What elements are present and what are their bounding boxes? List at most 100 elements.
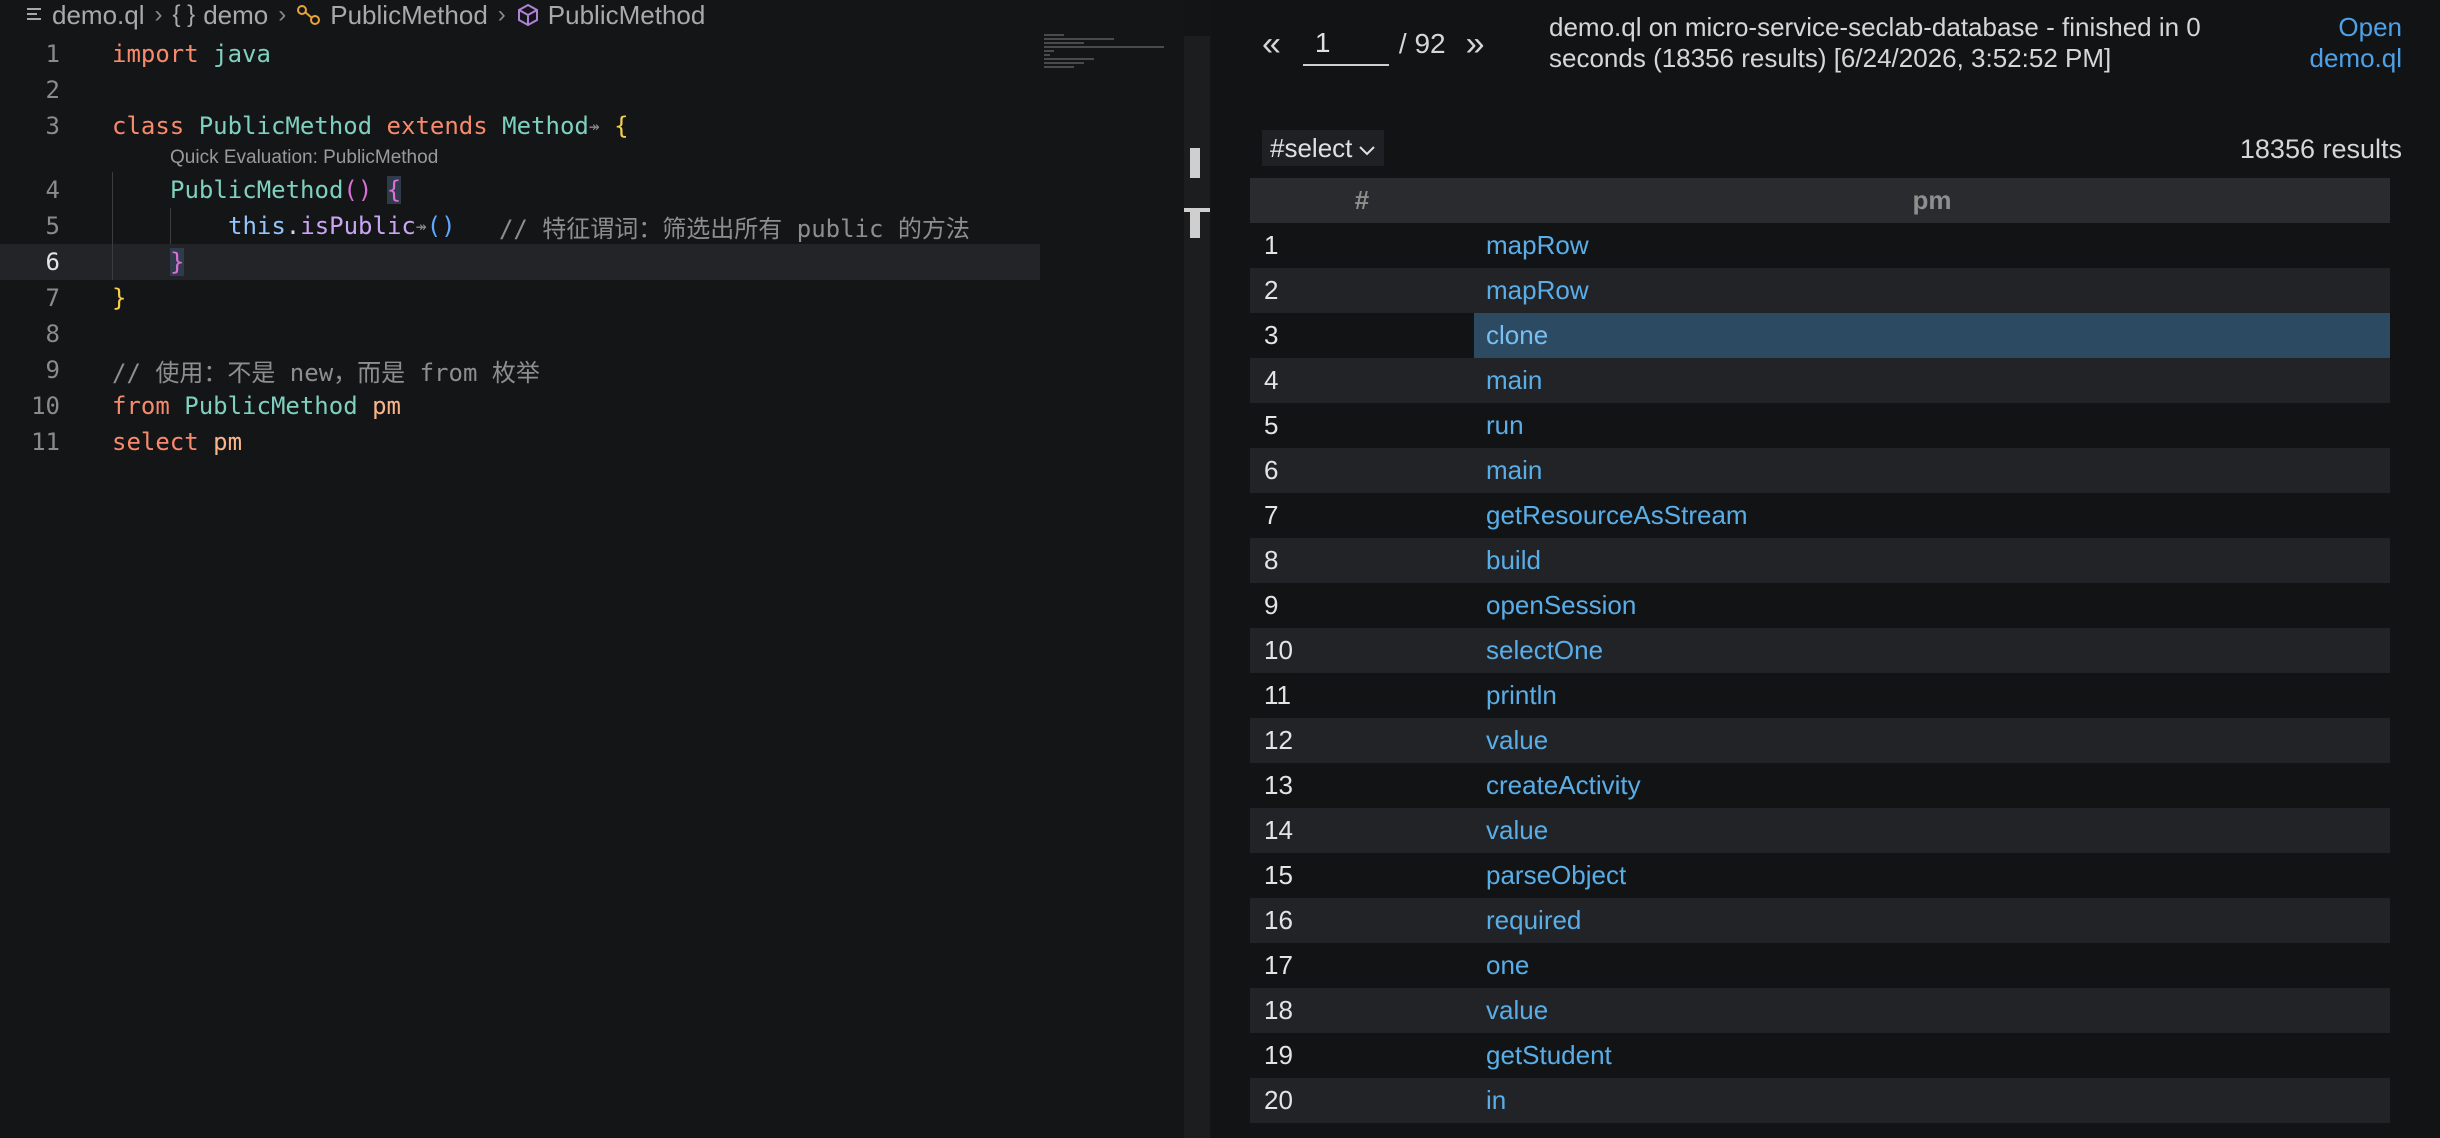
row-result-link[interactable]: createActivity [1474,763,2390,808]
line-number: 9 [45,356,60,384]
table-row[interactable]: 13 createActivity [1250,763,2390,808]
table-row[interactable]: 2 mapRow [1250,268,2390,313]
minimap[interactable] [1044,34,1174,84]
code-line[interactable]: 4 PublicMethod() { [0,172,1040,208]
next-page-button[interactable]: » [1466,25,1485,64]
row-result-link[interactable]: required [1474,898,2390,943]
table-body: 1 mapRow 2 mapRow 3 clone 4 main 5 run 6 main 7 getRe… [1250,223,2390,1123]
class-name: PublicMethod [198,112,373,140]
code-line[interactable]: 3 class PublicMethod extends Method ↠ { [0,108,1040,144]
chevron-right-icon: › [154,1,163,28]
row-result-link[interactable]: build [1474,538,2390,583]
table-row[interactable]: 17 one [1250,943,2390,988]
breadcrumb-file-label: demo.ql [52,0,145,30]
page-number-input[interactable] [1302,22,1389,66]
row-index: 15 [1264,860,1293,890]
table-row[interactable]: 9 openSession [1250,583,2390,628]
row-index: 4 [1264,365,1279,395]
table-row[interactable]: 5 run [1250,403,2390,448]
code-line[interactable]: 2 [0,72,1040,108]
row-result-link[interactable]: value [1474,718,2390,763]
table-row[interactable]: 15 parseObject [1250,853,2390,898]
line-number: 10 [31,392,60,420]
chevron-right-icon: › [497,1,506,28]
row-result-link[interactable]: mapRow [1474,268,2390,313]
line-number: 5 [45,212,60,240]
code-line[interactable]: 10 from PublicMethod pm [0,388,1040,424]
row-index: 2 [1264,275,1279,305]
breadcrumb-file[interactable]: demo.ql [26,0,145,30]
row-result-link[interactable]: one [1474,943,2390,988]
table-row[interactable]: 8 build [1250,538,2390,583]
table-row[interactable]: 18 value [1250,988,2390,1033]
row-index: 7 [1264,500,1279,530]
code-line[interactable]: 8 [0,316,1040,352]
code-line[interactable]: 9 // 使用：不是 new，而是 from 枚举 [0,352,1040,388]
row-index: 9 [1264,590,1279,620]
row-result-link[interactable]: mapRow [1474,223,2390,268]
breadcrumb-class[interactable]: PublicMethod [296,0,488,30]
breadcrumb-symbol[interactable]: PublicMethod [516,0,706,30]
table-row[interactable]: 16 required [1250,898,2390,943]
brace: } [170,248,185,276]
parens: () [426,212,456,240]
table-row[interactable]: 6 main [1250,448,2390,493]
row-index: 18 [1264,995,1293,1025]
row-result-link[interactable]: getResourceAsStream [1474,493,2390,538]
table-row[interactable]: 20 in [1250,1078,2390,1123]
row-result-link[interactable]: main [1474,358,2390,403]
column-header-pm[interactable]: pm [1474,185,2390,216]
table-row[interactable]: 1 mapRow [1250,223,2390,268]
result-set-select[interactable]: #select [1262,130,1385,166]
open-file-link[interactable]: Open demo.ql [2302,12,2403,74]
row-result-link[interactable]: selectOne [1474,628,2390,673]
code-editor[interactable]: demo.ql › { } demo › PublicMethod › Publ… [0,0,1184,1138]
table-row[interactable]: 11 println [1250,673,2390,718]
code-line-current[interactable]: 6 } [0,244,1040,280]
row-index: 6 [1264,455,1279,485]
result-set-label: #select [1270,132,1353,163]
line-number: 7 [45,284,60,312]
code-line[interactable]: 11 select pm [0,424,1040,460]
row-result-link[interactable]: clone [1474,313,2390,358]
row-result-link[interactable]: getStudent [1474,1033,2390,1078]
column-header-index[interactable]: # [1250,185,1474,216]
table-row[interactable]: 3 clone [1250,313,2390,358]
row-index: 20 [1264,1085,1293,1115]
row-result-link[interactable]: run [1474,403,2390,448]
variable: pm [372,392,401,420]
row-result-link[interactable]: value [1474,988,2390,1033]
row-result-link[interactable]: println [1474,673,2390,718]
keyword: extends [386,112,488,140]
cube-icon [516,3,540,27]
line-number: 3 [45,112,60,140]
row-result-link[interactable]: value [1474,808,2390,853]
breadcrumb-symbol-label: PublicMethod [547,0,706,30]
code-line[interactable]: 1 import java [0,36,1040,72]
line-number: 8 [45,320,60,348]
chevron-right-icon: › [278,1,287,28]
row-index: 13 [1264,770,1293,800]
code-line[interactable]: 7 } [0,280,1040,316]
table-row[interactable]: 7 getResourceAsStream [1250,493,2390,538]
result-count: 18356 results [2239,134,2402,164]
breadcrumb-module[interactable]: { } demo [173,0,269,30]
code-line[interactable]: 5 this. isPublic ↠() // 特征谓词：筛选出所有 public … [0,208,1040,244]
table-row[interactable]: 4 main [1250,358,2390,403]
row-result-link[interactable]: in [1474,1078,2390,1123]
lines-icon [26,6,44,24]
row-result-link[interactable]: openSession [1474,583,2390,628]
table-row[interactable]: 12 value [1250,718,2390,763]
editor-scrollbar[interactable] [1184,36,1210,1138]
prev-page-button[interactable]: « [1262,25,1281,64]
row-result-link[interactable]: main [1474,448,2390,493]
table-row[interactable]: 19 getStudent [1250,1033,2390,1078]
breadcrumb-class-label: PublicMethod [330,0,488,30]
code-area[interactable]: 1 import java 2 3 class PublicMethod ext… [0,36,1040,460]
row-index: 1 [1264,230,1279,260]
quick-evaluation-lens[interactable]: Quick Evaluation: PublicMethod [0,144,1040,172]
table-row[interactable]: 14 value [1250,808,2390,853]
row-result-link[interactable]: parseObject [1474,853,2390,898]
row-index: 19 [1264,1040,1293,1070]
table-row[interactable]: 10 selectOne [1250,628,2390,673]
